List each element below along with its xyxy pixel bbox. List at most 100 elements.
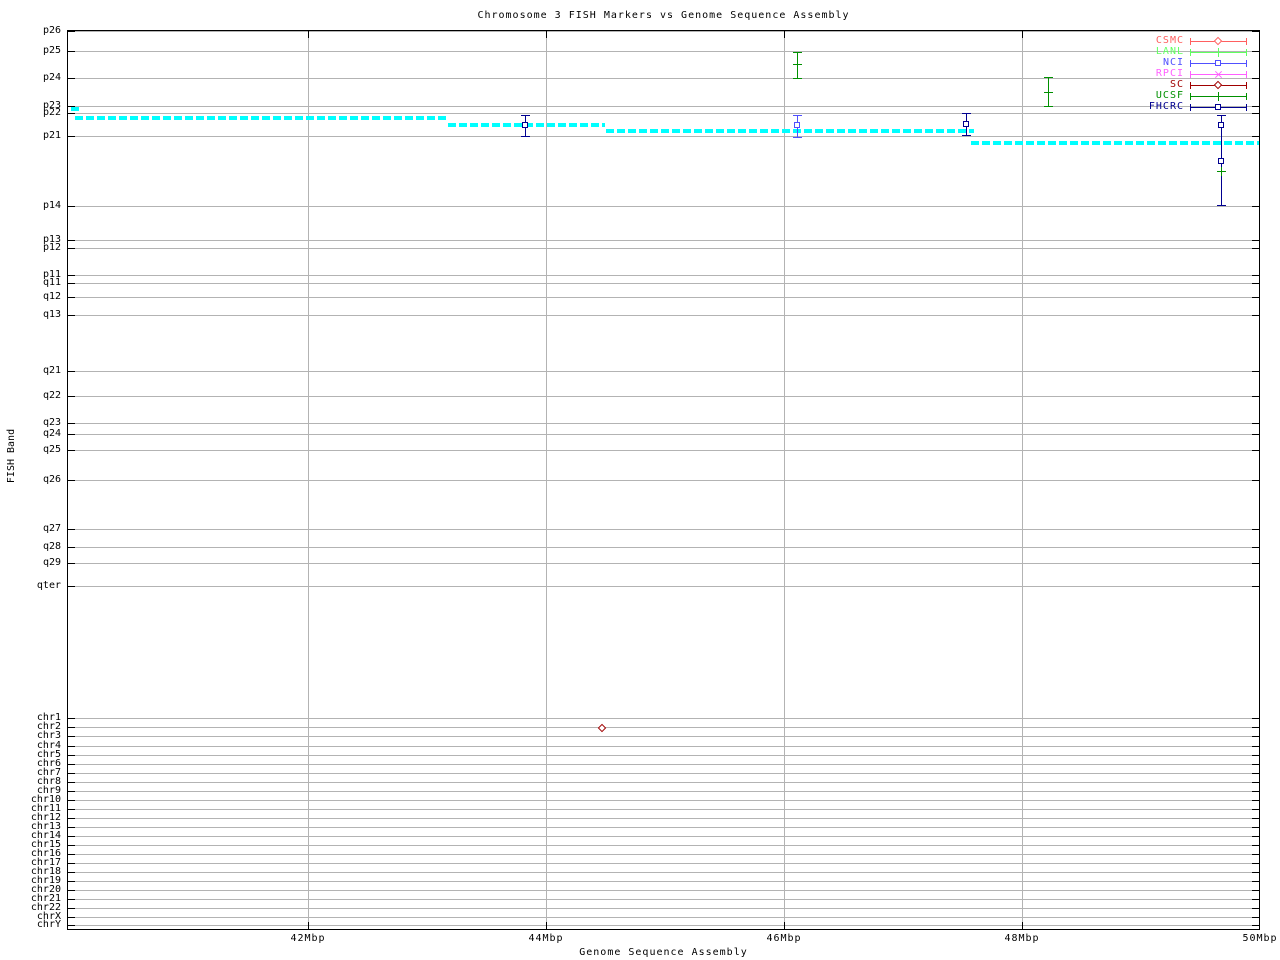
grid-line-y — [68, 827, 1259, 828]
y-axis-tick — [1252, 718, 1259, 719]
y-axis-tick — [1252, 881, 1259, 882]
y-axis-tick — [68, 764, 75, 765]
grid-line-y — [68, 800, 1259, 801]
y-axis-tick — [1252, 106, 1259, 107]
grid-line-y — [68, 315, 1259, 316]
grid-line-x — [546, 31, 547, 929]
error-bar-cap — [962, 135, 972, 136]
error-bar-cap — [962, 113, 972, 114]
y-axis-tick — [1252, 800, 1259, 801]
y-axis-tick — [1252, 863, 1259, 864]
y-tick-label: q24 — [42, 428, 61, 439]
y-axis-tick — [1252, 818, 1259, 819]
y-axis-tick — [1252, 845, 1259, 846]
marker-UCSF — [797, 60, 799, 69]
error-bar-cap — [1044, 77, 1054, 78]
y-axis-tick — [68, 371, 75, 372]
y-axis-tick — [68, 529, 75, 530]
y-axis-tick — [1252, 396, 1259, 397]
y-axis-tick — [68, 791, 75, 792]
y-tick-label: p21 — [42, 130, 61, 141]
grid-line-y — [68, 908, 1259, 909]
y-axis-tick — [68, 51, 75, 52]
error-bar-cap — [1216, 115, 1226, 116]
x-axis-tick — [1022, 922, 1023, 929]
x-tick-label: 44Mbp — [528, 933, 564, 944]
grid-line-y — [68, 51, 1259, 52]
grid-line-y — [68, 863, 1259, 864]
grid-line-y — [68, 450, 1259, 451]
grid-line-y — [68, 899, 1259, 900]
grid-line-y — [68, 773, 1259, 774]
error-bar-cap — [520, 115, 530, 116]
error-bar-cap — [793, 52, 803, 53]
x-tick-label: 48Mbp — [1004, 933, 1040, 944]
y-axis-tick — [68, 746, 75, 747]
y-axis-tick — [68, 563, 75, 564]
y-tick-label: p24 — [42, 72, 61, 83]
y-axis-tick — [1252, 899, 1259, 900]
y-tick-label: p22 — [42, 107, 61, 118]
grid-line-y — [68, 755, 1259, 756]
y-axis-tick — [68, 773, 75, 774]
y-axis-tick — [68, 908, 75, 909]
y-axis-tick — [68, 31, 75, 32]
y-axis-tick — [68, 586, 75, 587]
marker-NCI — [794, 122, 801, 128]
marker-FHCRC — [963, 121, 970, 127]
grid-line-y — [68, 791, 1259, 792]
y-axis-tick — [1252, 283, 1259, 284]
y-tick-label: p14 — [42, 200, 61, 211]
error-bar-cap — [520, 136, 530, 137]
y-tick-label: q21 — [42, 365, 61, 376]
y-axis-tick — [68, 283, 75, 284]
y-axis-tick — [1252, 371, 1259, 372]
y-axis-tick — [68, 872, 75, 873]
grid-line-y — [68, 423, 1259, 424]
y-axis-tick — [68, 248, 75, 249]
grid-line-y — [68, 727, 1259, 728]
marker-FHCRC — [1217, 122, 1224, 128]
y-axis-tick — [68, 113, 75, 114]
coverage-segment — [970, 141, 1259, 145]
grid-line-y — [68, 818, 1259, 819]
y-axis-tick — [1252, 529, 1259, 530]
grid-line-y — [68, 718, 1259, 719]
y-axis-tick — [1252, 434, 1259, 435]
y-axis-tick — [1252, 315, 1259, 316]
grid-line-y — [68, 586, 1259, 587]
y-axis-tick — [1252, 925, 1259, 926]
y-axis-tick — [68, 240, 75, 241]
y-axis-tick — [68, 827, 75, 828]
y-axis-tick — [1252, 240, 1259, 241]
y-axis-tick — [68, 782, 75, 783]
grid-line-y — [68, 782, 1259, 783]
marker-UCSF — [1220, 167, 1222, 176]
marker-FHCRC — [521, 122, 528, 128]
coverage-segment — [605, 129, 975, 133]
y-axis-tick — [1252, 586, 1259, 587]
x-tick-label: 42Mbp — [290, 933, 326, 944]
y-axis-tick — [68, 718, 75, 719]
y-tick-label: p12 — [42, 242, 61, 253]
y-axis-tick — [1252, 782, 1259, 783]
x-axis-tick — [308, 922, 309, 929]
y-axis-tick — [68, 925, 75, 926]
y-axis-tick — [1252, 206, 1259, 207]
y-axis-tick — [68, 547, 75, 548]
y-axis-tick — [68, 450, 75, 451]
x-axis-tick — [1022, 31, 1023, 38]
marker-FHCRC — [1217, 158, 1224, 164]
y-axis-tick — [68, 755, 75, 756]
y-tick-label: q22 — [42, 390, 61, 401]
grid-line-y — [68, 78, 1259, 79]
y-axis-tick — [68, 275, 75, 276]
grid-line-y — [68, 480, 1259, 481]
x-axis-label: Genome Sequence Assembly — [579, 947, 748, 958]
y-axis-tick — [68, 800, 75, 801]
y-tick-label: chrY — [36, 919, 61, 930]
grid-line-y — [68, 529, 1259, 530]
y-axis-tick — [1252, 423, 1259, 424]
y-axis-tick — [1252, 275, 1259, 276]
y-axis-tick — [68, 890, 75, 891]
